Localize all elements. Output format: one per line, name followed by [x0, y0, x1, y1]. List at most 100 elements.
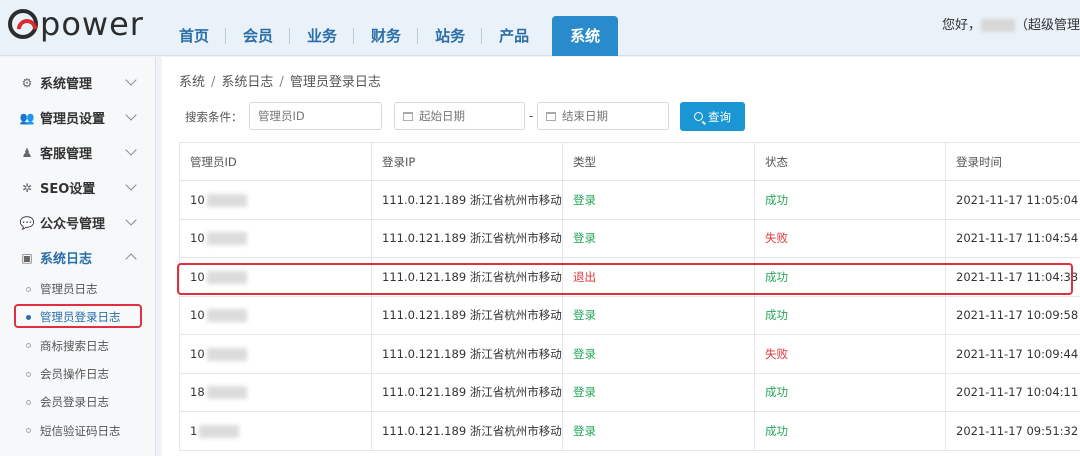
cell-status: 失败: [754, 218, 946, 258]
chevron-down-icon: [125, 144, 137, 156]
table-row: 10 111.0.121.189 浙江省杭州市移动 登录 失败 2021-11-…: [179, 334, 1080, 374]
cell-status: 成功: [754, 180, 946, 220]
table-row: 10 111.0.121.189 浙江省杭州市移动 退出 成功 2021-11-…: [179, 257, 1080, 297]
column-header-login-time: 登录时间: [945, 142, 1080, 181]
cell-admin-id: 1: [179, 411, 372, 451]
sidebar-group-wechat[interactable]: 💬 公众号管理: [0, 205, 155, 240]
cell-login-time: 2021-11-17 11:05:04: [945, 180, 1080, 220]
sidebar-item-label: 会员登录日志: [40, 395, 109, 410]
greeting-prefix: 您好，: [942, 18, 982, 33]
date-range-dash: -: [529, 109, 534, 123]
tab-members[interactable]: 会员: [226, 16, 291, 56]
main-nav: 首页 会员 业务 财务 站务 产品 系统: [162, 16, 619, 56]
redacted-id: [206, 386, 247, 400]
chevron-down-icon: [125, 179, 137, 191]
redacted-id: [206, 193, 247, 207]
breadcrumb-item-system-logs[interactable]: 系统日志: [221, 75, 273, 90]
admin-id-prefix: 18: [190, 385, 205, 400]
query-button-label: 查询: [708, 109, 731, 124]
breadcrumb-item-system[interactable]: 系统: [179, 75, 205, 90]
sidebar-group-label: 管理员设置: [40, 112, 106, 127]
breadcrumb-item-current: 管理员登录日志: [289, 75, 381, 90]
table-header-row: 管理员ID 登录IP 类型 状态 登录时间: [179, 142, 1080, 181]
logo-mark-icon: [8, 9, 38, 39]
sidebar-group-customer-service[interactable]: ♟ 客服管理: [0, 135, 155, 170]
cell-type: 登录: [562, 218, 755, 258]
table-row: 10 111.0.121.189 浙江省杭州市移动 登录 失败 2021-11-…: [179, 218, 1080, 258]
tab-home[interactable]: 首页: [162, 16, 227, 56]
chevron-down-icon: [125, 74, 137, 86]
sidebar-group-label: 公众号管理: [40, 217, 106, 232]
chevron-down-icon: [125, 214, 137, 226]
cell-login-ip: 111.0.121.189 浙江省杭州市移动: [371, 334, 563, 374]
gear-icon: ✲: [21, 180, 33, 195]
cell-admin-id: 10: [179, 257, 372, 297]
cell-login-ip: 111.0.121.189 浙江省杭州市移动: [371, 180, 563, 220]
table-row: 10 111.0.121.189 浙江省杭州市移动 登录 成功 2021-11-…: [179, 295, 1080, 335]
sidebar-group-seo[interactable]: ✲ SEO设置: [0, 170, 155, 205]
column-header-status: 状态: [754, 142, 946, 181]
sidebar-item-member-login-log[interactable]: 会员登录日志: [0, 388, 155, 416]
cell-admin-id: 10: [179, 180, 372, 220]
admin-id-prefix: 1: [190, 423, 198, 438]
sidebar: ⚙ 系统管理 👥 管理员设置 ♟ 客服管理 ✲ SEO设置 💬 公众号管理 ▣ …: [0, 57, 156, 456]
column-header-admin-id: 管理员ID: [179, 142, 372, 181]
cell-admin-id: 18: [179, 372, 372, 412]
query-button[interactable]: 查询: [680, 102, 745, 131]
table-row: 1 111.0.121.189 浙江省杭州市移动 登录 成功 2021-11-1…: [179, 411, 1080, 451]
redacted-id: [206, 347, 247, 361]
tab-business[interactable]: 业务: [290, 16, 355, 56]
logo[interactable]: power: [8, 6, 144, 42]
chevron-down-icon: [125, 109, 137, 121]
sidebar-item-label: 商标搜索日志: [40, 338, 109, 353]
cell-type: 登录: [562, 180, 755, 220]
wechat-icon: 💬: [19, 215, 35, 230]
start-date-input[interactable]: [394, 102, 525, 130]
cell-status: 成功: [754, 411, 946, 451]
sidebar-item-trademark-search-log[interactable]: 商标搜索日志: [0, 332, 155, 360]
admin-id-prefix: 10: [190, 192, 205, 207]
cell-login-ip: 111.0.121.189 浙江省杭州市移动: [371, 372, 563, 412]
search-icon: [694, 112, 703, 121]
cell-type: 退出: [562, 257, 755, 297]
top-header: power 首页 会员 业务 财务 站务 产品 系统 您好， （超级管理: [0, 0, 1080, 56]
cell-status: 成功: [754, 372, 946, 412]
tab-site[interactable]: 站务: [418, 16, 483, 56]
cell-login-time: 2021-11-17 10:04:11: [945, 372, 1080, 412]
tab-products[interactable]: 产品: [482, 16, 546, 56]
calendar-icon: [546, 112, 556, 121]
main-content: 系统 / 系统日志 / 管理员登录日志 搜索条件： - 查询 管理员ID 登录IP 类型…: [162, 57, 1080, 456]
users-icon: 👥: [19, 110, 35, 125]
headset-icon: ♟: [21, 145, 33, 160]
sidebar-group-admin-settings[interactable]: 👥 管理员设置: [0, 100, 155, 135]
cell-login-ip: 111.0.121.189 浙江省杭州市移动: [371, 257, 563, 297]
cell-login-ip: 111.0.121.189 浙江省杭州市移动: [371, 218, 563, 258]
admin-id-input[interactable]: [249, 102, 382, 130]
sidebar-group-system-management[interactable]: ⚙ 系统管理: [0, 65, 155, 100]
redacted-id: [206, 309, 247, 323]
sidebar-item-label: 管理员日志: [40, 282, 98, 297]
bullet-icon: [26, 428, 31, 434]
cell-login-time: 2021-11-17 11:04:33: [945, 257, 1080, 297]
redacted-username: [981, 19, 1016, 32]
sidebar-item-admin-login-log[interactable]: 管理员登录日志: [0, 303, 155, 331]
cell-login-time: 2021-11-17 09:51:32: [945, 411, 1080, 451]
admin-id-prefix: 10: [190, 308, 205, 323]
column-header-type: 类型: [562, 142, 755, 181]
gears-icon: ⚙: [21, 75, 33, 90]
end-date-input[interactable]: [537, 102, 669, 130]
cell-status: 成功: [754, 257, 946, 297]
sidebar-item-sms-code-log[interactable]: 短信验证码日志: [0, 416, 155, 444]
tab-finance[interactable]: 财务: [354, 16, 419, 56]
search-label: 搜索条件：: [185, 110, 243, 124]
cell-login-time: 2021-11-17 11:04:54: [945, 218, 1080, 258]
cell-login-ip: 111.0.121.189 浙江省杭州市移动: [371, 295, 563, 335]
start-date-wrapper: [394, 102, 525, 130]
cell-admin-id: 10: [179, 295, 372, 335]
sidebar-item-member-operation-log[interactable]: 会员操作日志: [0, 360, 155, 388]
tab-system[interactable]: 系统: [552, 16, 619, 56]
redacted-id: [206, 232, 247, 246]
sidebar-group-system-logs[interactable]: ▣ 系统日志: [0, 240, 155, 275]
redacted-id: [199, 424, 240, 438]
sidebar-item-admin-log[interactable]: 管理员日志: [0, 275, 155, 303]
